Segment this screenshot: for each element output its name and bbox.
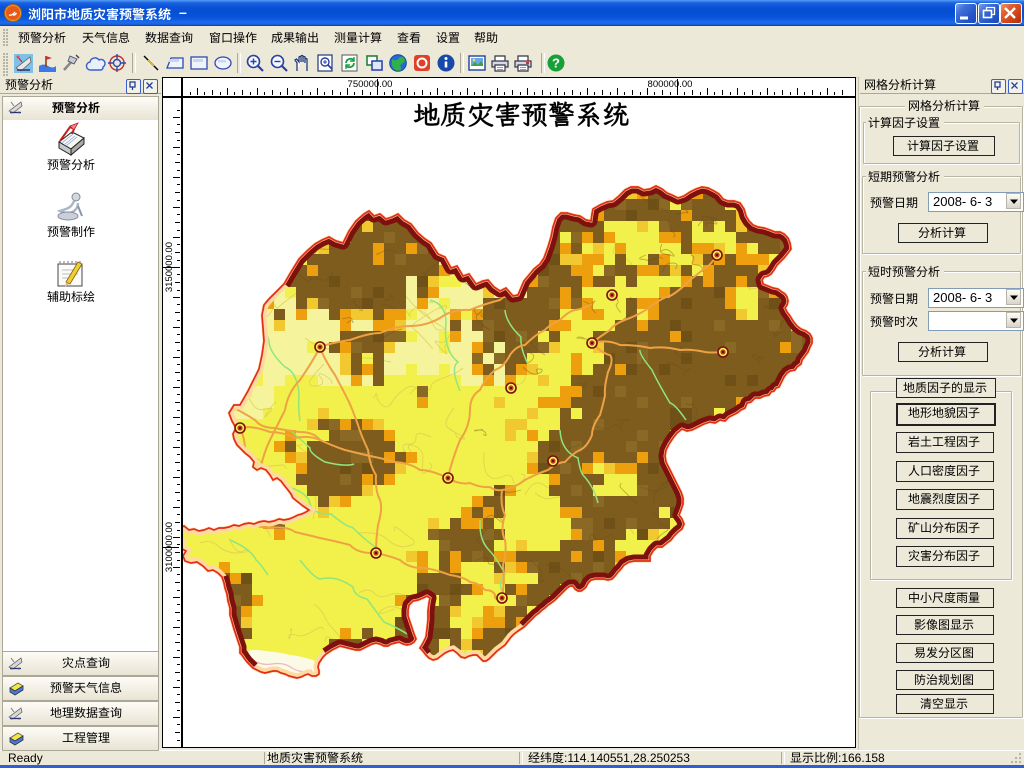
svg-text:750000.00: 750000.00 xyxy=(348,79,393,90)
svg-text:?: ? xyxy=(552,56,560,71)
svg-text:800000.00: 800000.00 xyxy=(648,79,693,90)
